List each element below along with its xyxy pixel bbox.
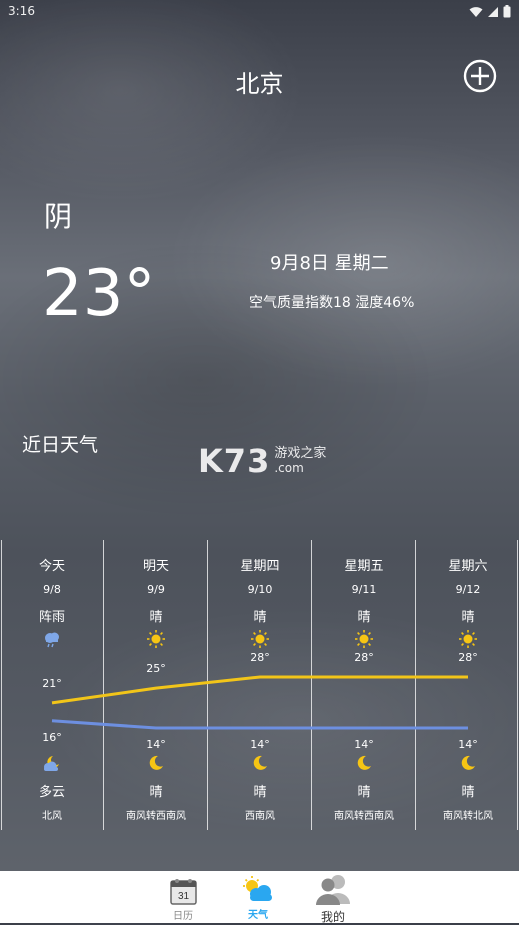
forecast-date: 9/11 xyxy=(351,583,377,596)
current-date: 9月8日 星期二 xyxy=(270,253,389,274)
forecast-day-condition: 晴 xyxy=(461,610,475,625)
forecast-date: 9/12 xyxy=(455,583,481,596)
forecast-day-column[interactable]: 明天 9/9 晴 25° 14° 晴 南风转西南风 xyxy=(104,540,208,830)
forecast-day-name: 明天 xyxy=(142,559,169,574)
shower-icon xyxy=(0,629,104,653)
moon-icon xyxy=(104,754,208,776)
nav-item-weather[interactable]: 天气 xyxy=(228,871,288,923)
wifi-icon xyxy=(469,3,483,22)
forecast-day-condition: 晴 xyxy=(149,610,163,625)
forecast-low-temp: 14° xyxy=(354,738,374,751)
forecast-wind: 北风 xyxy=(42,811,62,822)
nav-item-profile[interactable]: 我的 xyxy=(303,871,363,924)
nav-label-weather: 天气 xyxy=(248,910,268,921)
forecast-high-temp: 28° xyxy=(458,651,478,664)
forecast-high-temp: 28° xyxy=(250,651,270,664)
forecast-day-condition: 阵雨 xyxy=(38,610,65,625)
user-icon xyxy=(316,875,350,905)
forecast-date: 9/9 xyxy=(147,583,165,596)
forecast-day-name: 星期五 xyxy=(344,559,384,574)
partly-cloudy-night-icon xyxy=(0,754,104,778)
plus-circle-icon xyxy=(463,59,497,93)
calendar-badge: 31 xyxy=(178,891,190,902)
nav-item-calendar[interactable]: 31 日历 xyxy=(153,871,213,923)
forecast-day-name: 今天 xyxy=(38,559,65,574)
sun-icon xyxy=(104,629,208,653)
calendar-icon: 31 xyxy=(170,879,197,905)
forecast-night-condition: 多云 xyxy=(38,785,65,800)
forecast-day-column[interactable]: 星期六 9/12 晴 28° 14° 晴 南风转北风 xyxy=(416,540,519,830)
forecast-high-temp: 28° xyxy=(354,651,374,664)
forecast-low-temp: 16° xyxy=(42,730,62,744)
forecast-wind: 南风转西南风 xyxy=(126,811,186,822)
status-time: 3:16 xyxy=(8,4,35,18)
section-title: 近日天气 xyxy=(22,434,99,456)
forecast-night-condition: 晴 xyxy=(461,785,475,800)
forecast-day-name: 星期六 xyxy=(448,559,488,574)
forecast-night-condition: 晴 xyxy=(357,785,371,800)
forecast-wind: 南风转北风 xyxy=(443,811,493,822)
watermark: K73 游戏之家 .com xyxy=(198,442,326,480)
current-temperature: 23° xyxy=(42,257,156,331)
forecast-low-temp: 14° xyxy=(146,738,166,751)
watermark-line1: 游戏之家 xyxy=(274,446,327,462)
moon-icon xyxy=(312,754,416,776)
forecast-low-temp: 14° xyxy=(458,738,478,751)
watermark-line2: .com xyxy=(274,460,304,475)
sun-icon xyxy=(416,629,519,653)
forecast-day-condition: 晴 xyxy=(357,610,371,625)
current-condition: 阴 xyxy=(44,200,73,233)
sun-icon xyxy=(208,629,312,653)
nav-label-profile: 我的 xyxy=(320,910,345,924)
forecast-date: 9/10 xyxy=(247,583,273,596)
forecast-wind: 西南风 xyxy=(245,811,275,822)
signal-icon xyxy=(487,3,499,22)
forecast-high-temp: 25° xyxy=(146,662,166,676)
status-bar: 3:16 xyxy=(0,0,519,22)
moon-icon xyxy=(416,754,519,776)
forecast-date: 9/8 xyxy=(43,583,61,596)
city-title[interactable]: 北京 xyxy=(0,64,519,99)
nav-label-calendar: 日历 xyxy=(173,911,193,922)
forecast-high-temp: 21° xyxy=(42,676,62,690)
moon-icon xyxy=(208,754,312,776)
forecast-day-column[interactable]: 星期五 9/11 晴 28° 14° 晴 南风转西南风 xyxy=(312,540,416,830)
bottom-navigation: 31 日历 天气 我的 xyxy=(0,871,519,924)
forecast-low-temp: 14° xyxy=(250,738,270,751)
sun-icon xyxy=(312,629,416,653)
status-icons xyxy=(469,3,511,22)
forecast-night-condition: 晴 xyxy=(149,785,163,800)
add-city-button[interactable] xyxy=(462,58,498,94)
air-quality-humidity: 空气质量指数18 湿度46% xyxy=(249,295,415,311)
forecast-day-name: 星期四 xyxy=(240,559,280,574)
forecast-day-column[interactable]: 今天 9/8 阵雨 21° 16° 多云 北风 xyxy=(0,540,104,830)
weather-icon xyxy=(243,876,272,901)
watermark-brand: K73 xyxy=(198,442,271,480)
forecast-day-condition: 晴 xyxy=(253,610,267,625)
forecast-day-column[interactable]: 星期四 9/10 晴 28° 14° 晴 西南风 xyxy=(208,540,312,830)
forecast-night-condition: 晴 xyxy=(253,785,267,800)
forecast-wind: 南风转西南风 xyxy=(334,811,394,822)
battery-icon xyxy=(503,3,511,22)
